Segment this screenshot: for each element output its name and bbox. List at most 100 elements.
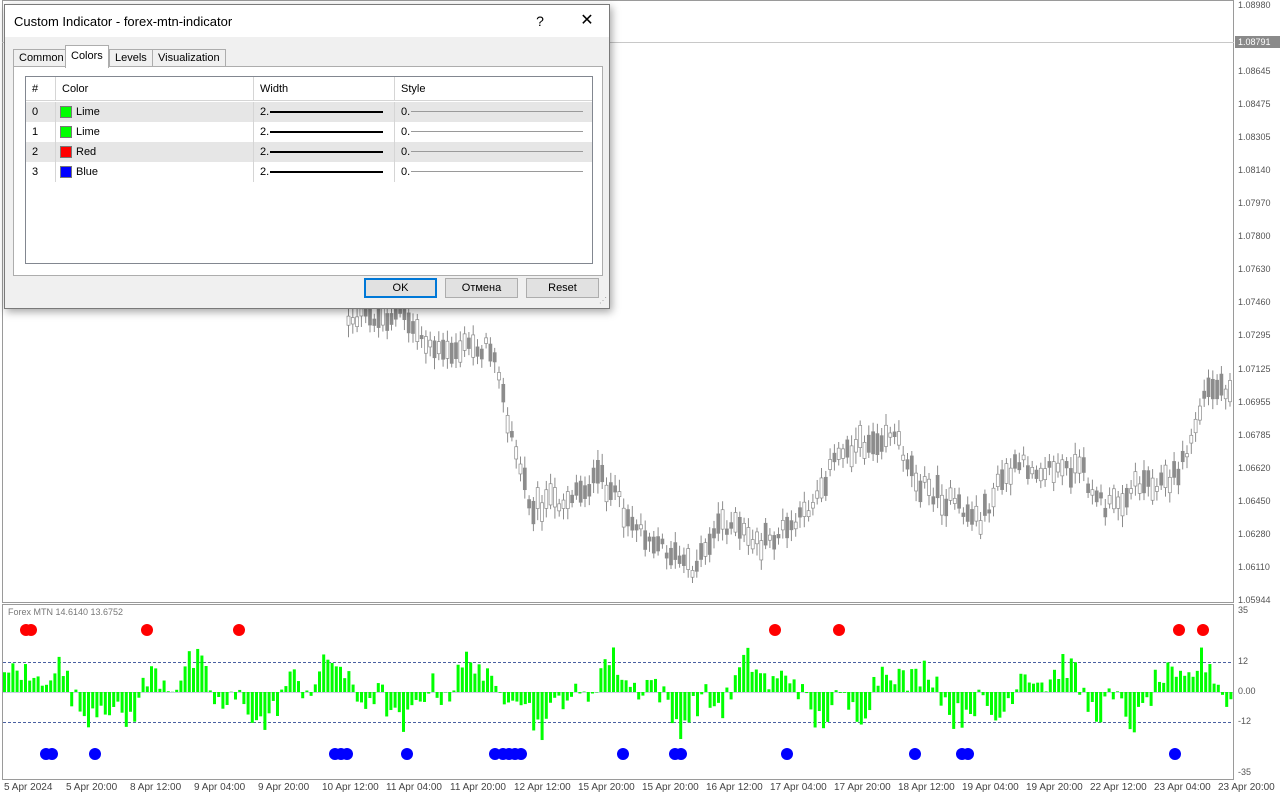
histogram-bar: [313, 684, 317, 692]
column-header-style[interactable]: Style: [395, 77, 592, 101]
histogram-bar: [250, 692, 254, 723]
histogram-bar: [570, 692, 573, 697]
candle: [897, 431, 901, 446]
candle: [1056, 462, 1060, 473]
histogram-bar: [1200, 647, 1203, 692]
candle: [355, 316, 359, 327]
histogram-bar: [658, 692, 662, 703]
candle: [677, 555, 682, 564]
histogram-bar: [1170, 666, 1174, 692]
candle: [948, 487, 953, 501]
histogram-bar: [124, 692, 128, 727]
style-selector[interactable]: 0.: [395, 162, 592, 182]
histogram-bar: [36, 676, 40, 692]
histogram-bar: [15, 670, 19, 692]
width-selector[interactable]: 2.: [254, 162, 395, 182]
table-row[interactable]: 0 Lime 2. 0.: [26, 102, 592, 122]
tab-visualization[interactable]: Visualization: [152, 49, 226, 67]
histogram-bar: [746, 647, 750, 692]
style-preview-line: [411, 131, 583, 132]
histogram-bar: [738, 667, 741, 692]
histogram-bar: [53, 673, 57, 692]
style-selector[interactable]: 0.: [395, 142, 592, 162]
histogram-bar: [851, 692, 855, 703]
histogram-bar: [318, 671, 321, 692]
dialog-titlebar[interactable]: Custom Indicator - forex-mtn-indicator ?…: [5, 5, 609, 37]
time-tick-label: 18 Apr 12:00: [898, 782, 955, 793]
column-header-index[interactable]: #: [26, 77, 56, 101]
price-tick-label: 1.08305: [1238, 132, 1271, 143]
width-selector[interactable]: 2.: [254, 102, 395, 122]
tab-levels[interactable]: Levels: [109, 49, 153, 67]
candle: [385, 313, 390, 331]
candle: [995, 473, 1000, 487]
candle: [479, 348, 484, 360]
custom-indicator-dialog[interactable]: Custom Indicator - forex-mtn-indicator ?…: [4, 4, 610, 309]
histogram-bar: [74, 689, 78, 692]
candle: [475, 346, 480, 357]
histogram-bar: [872, 676, 876, 692]
histogram-bar: [1191, 676, 1195, 692]
candle: [909, 455, 914, 477]
cancel-button[interactable]: Отмена: [445, 278, 518, 298]
reset-button[interactable]: Reset: [526, 278, 599, 298]
histogram-bar: [49, 680, 53, 692]
style-value: 0.: [401, 126, 411, 138]
histogram-bar: [544, 692, 548, 719]
color-picker[interactable]: Lime: [56, 122, 254, 142]
ok-button[interactable]: OK: [364, 278, 437, 298]
column-header-width[interactable]: Width: [254, 77, 395, 101]
candle: [462, 333, 467, 351]
resize-grip-icon[interactable]: ⋰: [599, 296, 607, 305]
oscillator-tick-label: 12: [1238, 656, 1249, 666]
width-selector[interactable]: 2.: [254, 142, 395, 162]
candle: [1142, 470, 1146, 494]
price-tick-label: 1.08140: [1238, 165, 1271, 176]
time-tick-label: 12 Apr 12:00: [514, 782, 571, 793]
table-row[interactable]: 3 Blue 2. 0.: [26, 162, 592, 182]
histogram-bar: [452, 690, 456, 692]
close-icon[interactable]: ✕: [565, 5, 609, 37]
candle: [419, 335, 424, 340]
candle: [643, 530, 648, 550]
color-picker[interactable]: Lime: [56, 102, 254, 122]
price-tick-label: 1.05944: [1238, 594, 1271, 605]
candle: [1219, 373, 1224, 396]
histogram-bar: [1078, 692, 1082, 695]
candle: [634, 524, 639, 531]
color-picker[interactable]: Red: [56, 142, 254, 162]
candle: [1185, 453, 1189, 458]
buy-signal-dot: [675, 748, 687, 760]
width-selector[interactable]: 2.: [254, 122, 395, 142]
column-header-color[interactable]: Color: [56, 77, 254, 101]
candle: [1086, 483, 1090, 493]
histogram-bar: [507, 692, 510, 703]
color-picker[interactable]: Blue: [56, 162, 254, 182]
style-selector[interactable]: 0.: [395, 122, 592, 142]
table-row[interactable]: 2 Red 2. 0.: [26, 142, 592, 162]
histogram-bar: [498, 692, 502, 693]
table-row[interactable]: 1 Lime 2. 0.: [26, 122, 592, 142]
time-tick-label: 10 Apr 12:00: [322, 782, 379, 793]
row-index: 3: [26, 162, 56, 182]
tab-common[interactable]: Common: [13, 49, 70, 67]
histogram-bar: [1006, 692, 1010, 699]
candle: [1180, 450, 1185, 463]
histogram-bar: [750, 671, 754, 692]
histogram-bar: [95, 692, 99, 718]
tab-colors[interactable]: Colors: [65, 45, 109, 68]
histogram-bar: [402, 692, 405, 732]
histogram-bar: [628, 686, 632, 692]
style-selector[interactable]: 0.: [395, 102, 592, 122]
histogram-bar: [1040, 682, 1044, 692]
histogram-bar: [763, 673, 767, 692]
histogram-bar: [969, 692, 972, 714]
colors-grid[interactable]: # Color Width Style 0 Lime 2. 0. 1 Lime …: [25, 76, 593, 264]
histogram-bar: [1195, 670, 1199, 692]
price-tick-label: 1.07295: [1238, 330, 1271, 341]
candle: [1129, 488, 1133, 494]
histogram-bar: [948, 692, 951, 715]
help-button[interactable]: ?: [525, 5, 555, 37]
histogram-bar: [234, 692, 237, 700]
price-tick-label: 1.06955: [1238, 396, 1271, 407]
